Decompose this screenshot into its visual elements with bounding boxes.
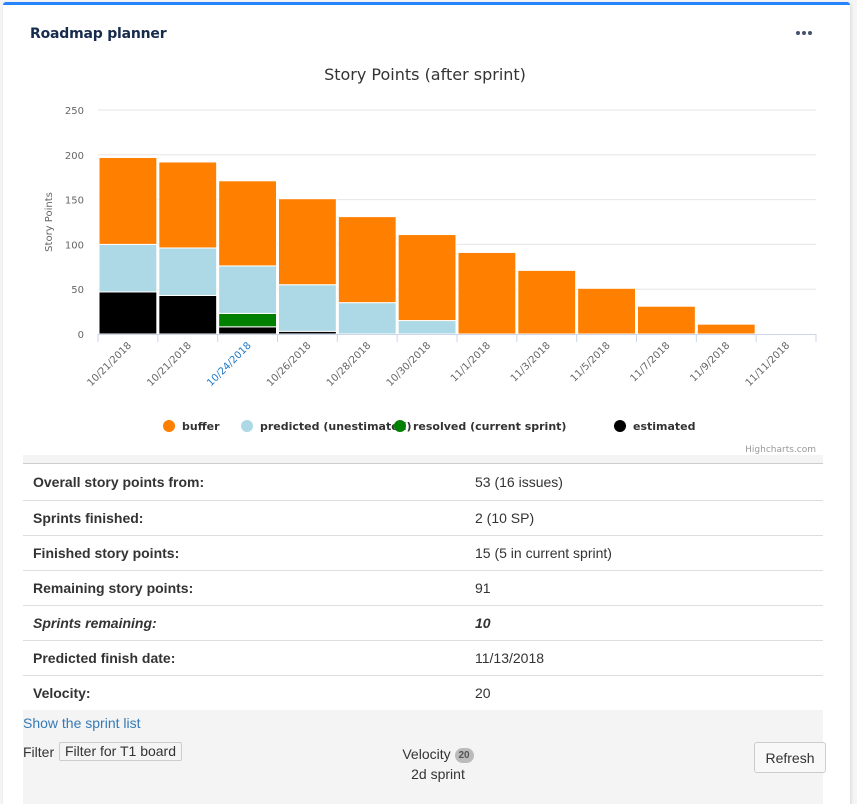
bar-buffer[interactable] bbox=[158, 161, 218, 249]
x-tick-label: 11/11/2018 bbox=[744, 340, 793, 389]
stats-table: Overall story points from: 53 (16 issues)… bbox=[23, 465, 823, 711]
y-tick-label: 50 bbox=[71, 285, 84, 296]
bar-buffer[interactable] bbox=[637, 305, 696, 335]
story-points-chart: Story Points (after sprint) 0 50 100 150 200… bbox=[44, 65, 817, 455]
legend-item[interactable]: estimated bbox=[614, 420, 696, 433]
bar-buffer[interactable] bbox=[517, 269, 577, 335]
x-tick-label: 10/21/2018 bbox=[86, 340, 135, 389]
stats-value: 91 bbox=[465, 570, 823, 606]
stats-value: 10 bbox=[465, 605, 823, 641]
legend-label: predicted (unestimated) bbox=[260, 420, 412, 433]
legend-marker-icon bbox=[163, 420, 175, 432]
x-tick-label: 10/30/2018 bbox=[385, 340, 434, 389]
x-tick-label: 11/5/2018 bbox=[569, 340, 613, 384]
bar-buffer[interactable] bbox=[98, 156, 158, 245]
stats-label: Sprints remaining: bbox=[23, 605, 465, 641]
bar-buffer[interactable] bbox=[397, 234, 457, 322]
velocity-summary: Velocity 20 2d sprint bbox=[393, 744, 483, 784]
legend-item[interactable]: resolved (current sprint) bbox=[394, 420, 566, 433]
x-tick-label: 10/26/2018 bbox=[265, 340, 314, 389]
x-tick-label: 11/7/2018 bbox=[628, 340, 672, 384]
velocity-badge: 20 bbox=[454, 747, 474, 763]
show-sprint-list-link[interactable]: Show the sprint list bbox=[23, 715, 141, 731]
stats-label: Remaining story points: bbox=[23, 570, 465, 606]
velocity-line: Velocity 20 bbox=[393, 744, 483, 764]
stats-label: Overall story points from: bbox=[23, 465, 465, 501]
stats-row: Finished story points: 15 (5 in current s… bbox=[23, 535, 823, 571]
legend-marker-icon bbox=[241, 420, 253, 432]
table-header-strip bbox=[23, 455, 823, 464]
bar-buffer[interactable] bbox=[577, 287, 637, 335]
x-tick-label: 10/24/2018 bbox=[205, 340, 254, 389]
legend-marker-icon bbox=[394, 420, 406, 432]
chart-title: Story Points (after sprint) bbox=[324, 65, 526, 84]
x-tick-label: 11/1/2018 bbox=[449, 340, 493, 384]
y-tick-label: 250 bbox=[65, 106, 84, 117]
bar-buffer[interactable] bbox=[696, 323, 756, 335]
x-tick-label: 11/3/2018 bbox=[509, 340, 553, 384]
stats-row: Sprints finished: 2 (10 SP) bbox=[23, 500, 823, 536]
stats-row: Overall story points from: 53 (16 issues) bbox=[23, 465, 823, 501]
sprint-length: 2d sprint bbox=[411, 766, 465, 782]
stats-label: Velocity: bbox=[23, 675, 465, 711]
x-tick-label: 10/21/2018 bbox=[145, 340, 194, 389]
bar-predicted[interactable] bbox=[337, 302, 397, 335]
bar-predicted[interactable] bbox=[218, 265, 278, 314]
filter-button[interactable]: Filter for T1 board bbox=[59, 742, 183, 761]
bar-predicted[interactable] bbox=[397, 320, 457, 335]
stats-label: Predicted finish date: bbox=[23, 640, 465, 676]
stats-row: Predicted finish date: 11/13/2018 bbox=[23, 640, 823, 676]
y-tick-label: 100 bbox=[65, 240, 84, 251]
refresh-button[interactable]: Refresh bbox=[754, 742, 826, 773]
bar-estimated[interactable] bbox=[158, 294, 218, 335]
legend-item[interactable]: predicted (unestimated) bbox=[241, 420, 412, 433]
bar-buffer[interactable] bbox=[337, 216, 397, 304]
legend-item[interactable]: buffer bbox=[163, 420, 220, 433]
stats-label: Sprints finished: bbox=[23, 500, 465, 536]
footer-panel: Show the sprint list Filter Filter for T… bbox=[23, 710, 826, 804]
stats-row: Remaining story points: 91 bbox=[23, 570, 823, 606]
bar-predicted[interactable] bbox=[98, 243, 158, 293]
stats-label: Finished story points: bbox=[23, 535, 465, 571]
x-tick-label: 10/28/2018 bbox=[325, 340, 374, 389]
y-tick-label: 200 bbox=[65, 151, 84, 162]
bar-buffer[interactable] bbox=[457, 251, 517, 335]
filter-label: Filter bbox=[23, 744, 55, 760]
legend-marker-icon bbox=[614, 420, 626, 432]
legend-label: resolved (current sprint) bbox=[413, 420, 566, 433]
y-tick-label: 150 bbox=[65, 196, 84, 207]
velocity-label: Velocity bbox=[402, 746, 451, 762]
y-tick-label: 0 bbox=[78, 330, 84, 341]
stats-value: 53 (16 issues) bbox=[465, 465, 823, 501]
stats-value: 20 bbox=[465, 675, 823, 711]
legend-label: estimated bbox=[633, 420, 696, 433]
stats-value: 11/13/2018 bbox=[465, 640, 823, 676]
bar-predicted[interactable] bbox=[278, 284, 337, 332]
stats-value: 15 (5 in current sprint) bbox=[465, 535, 823, 571]
bar-buffer[interactable] bbox=[218, 180, 278, 267]
stats-value: 2 (10 SP) bbox=[465, 500, 823, 536]
bar-estimated[interactable] bbox=[98, 291, 158, 335]
bar-resolved[interactable] bbox=[218, 312, 278, 328]
bar-predicted[interactable] bbox=[158, 247, 218, 296]
bar-estimated[interactable] bbox=[218, 326, 278, 335]
y-axis-title: Story Points bbox=[44, 192, 55, 252]
stats-row: Sprints remaining: 10 bbox=[23, 605, 823, 641]
stats-row: Velocity: 20 bbox=[23, 675, 823, 711]
legend-label: buffer bbox=[182, 420, 220, 433]
bar-buffer[interactable] bbox=[278, 198, 337, 286]
highcharts-credits[interactable]: Highcharts.com bbox=[745, 445, 816, 455]
x-tick-label: 11/9/2018 bbox=[688, 340, 732, 384]
